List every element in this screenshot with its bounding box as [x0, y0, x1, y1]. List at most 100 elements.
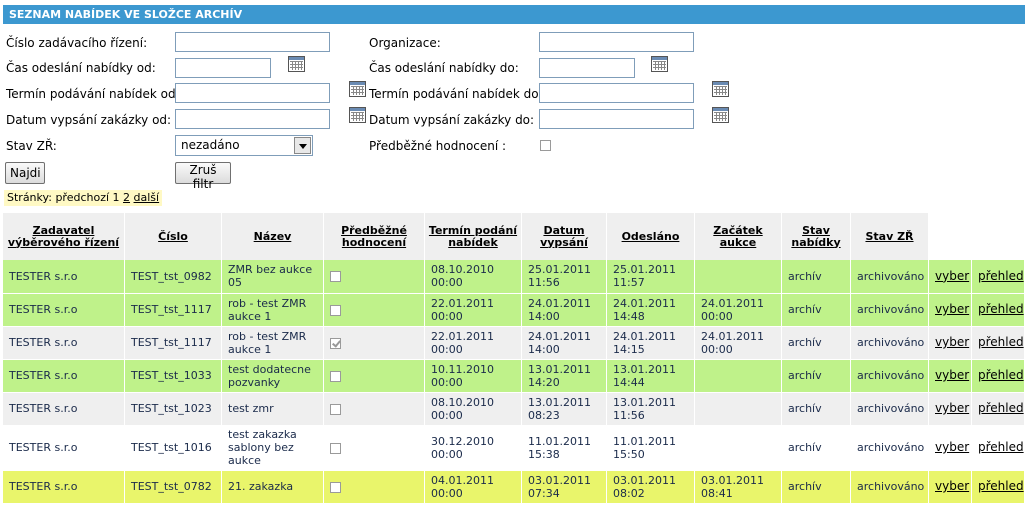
vyber-link[interactable]: vyber [935, 479, 969, 493]
cell-predbezne [323, 359, 425, 393]
organizace-label: Organizace: [369, 36, 441, 50]
cell-zadavatel: TESTER s.r.o [3, 359, 125, 393]
vyber-link[interactable]: vyber [935, 401, 969, 415]
cell-zadavatel: TESTER s.r.o [3, 326, 125, 360]
predbezne-checkbox[interactable] [330, 304, 341, 316]
calendar-icon[interactable] [712, 81, 729, 97]
cislo-label: Číslo zadávacího řízení: [6, 36, 148, 50]
col-stav-zr[interactable]: Stav ZŘ [850, 213, 929, 260]
cell-datum: 13.01.2011 08:23 [521, 392, 607, 426]
najdi-button[interactable]: Najdi [5, 162, 45, 184]
page-title: SEZNAM NABÍDEK VE SLOŽCE ARCHÍV [3, 5, 1025, 24]
cell-stav-zr: archivováno [850, 470, 929, 504]
table-row: TESTER s.r.o TEST_tst_1033 test dodatecn… [3, 359, 1025, 393]
termin-do-input[interactable] [539, 83, 694, 103]
prehled-link[interactable]: přehled [978, 401, 1024, 415]
cell-stav-nabidky: archív [781, 326, 851, 360]
cell-nazev: test zmr [221, 392, 324, 426]
cell-stav-nabidky: archív [781, 260, 851, 294]
predbezne-checkbox[interactable] [330, 337, 341, 349]
organizace-input[interactable] [539, 32, 694, 52]
zrus-filtr-button[interactable]: Zruš filtr [175, 162, 231, 191]
cell-termin: 30.12.2010 00:00 [424, 425, 522, 471]
cell-datum: 13.01.2011 14:20 [521, 359, 607, 393]
cas-od-input[interactable] [175, 58, 271, 78]
col-nazev[interactable]: Název [221, 213, 324, 260]
prehled-link[interactable]: přehled [978, 479, 1024, 493]
stav-label: Stav ZŘ: [6, 139, 57, 153]
cell-stav-nabidky: archív [781, 425, 851, 471]
cas-do-input[interactable] [539, 58, 635, 78]
vyber-link[interactable]: vyber [935, 269, 969, 283]
pager-next[interactable]: další [134, 191, 160, 204]
prehled-link[interactable]: přehled [978, 368, 1024, 382]
datum-do-input[interactable] [539, 109, 694, 129]
vyber-link[interactable]: vyber [935, 440, 969, 454]
cell-stav-zr: archivováno [850, 260, 929, 294]
vyber-link[interactable]: vyber [935, 335, 969, 349]
cell-stav-zr: archivováno [850, 293, 929, 327]
cell-stav-nabidky: archív [781, 470, 851, 504]
predbezne-checkbox[interactable] [330, 271, 341, 283]
table-row: TESTER s.r.o TEST_tst_1016 test zakazka … [3, 425, 1025, 471]
predbezne-checkbox[interactable] [330, 442, 341, 454]
calendar-icon[interactable] [349, 107, 366, 123]
cell-odeslano: 11.01.2011 15:50 [606, 425, 695, 471]
cell-zacatek [694, 260, 782, 294]
col-termin[interactable]: Termín podání nabídek [424, 213, 522, 260]
cell-zacatek [694, 359, 782, 393]
cell-cislo: TEST_tst_1016 [124, 425, 222, 471]
cell-stav-zr: archivováno [850, 392, 929, 426]
prehled-link[interactable]: přehled [978, 440, 1024, 454]
col-odeslano[interactable]: Odesláno [606, 213, 695, 260]
cell-nazev: test zakazka sablony bez aukce [221, 425, 324, 471]
predbezne-filter-checkbox[interactable] [540, 140, 551, 151]
datum-od-label: Datum vypsání zakázky od: [6, 113, 172, 127]
chevron-down-icon[interactable] [294, 137, 311, 154]
cell-cislo: TEST_tst_0982 [124, 260, 222, 294]
col-predbezne[interactable]: Předběžné hodnocení [323, 213, 425, 260]
stav-select[interactable]: nezadáno [175, 135, 313, 156]
col-zacatek[interactable]: Začátek aukce [694, 213, 782, 260]
calendar-icon[interactable] [349, 81, 366, 97]
predbezne-checkbox[interactable] [330, 370, 341, 382]
predbezne-checkbox[interactable] [330, 403, 341, 415]
cell-datum: 03.01.2011 07:34 [521, 470, 607, 504]
predbezne-checkbox[interactable] [330, 481, 341, 493]
prehled-link[interactable]: přehled [978, 269, 1024, 283]
cell-nazev: 21. zakazka [221, 470, 324, 504]
col-cislo[interactable]: Číslo [124, 213, 222, 260]
table-row: TESTER s.r.o TEST_tst_0782 21. zakazka 0… [3, 470, 1025, 504]
termin-od-input[interactable] [175, 83, 330, 103]
cell-nazev: ZMR bez aukce 05 [221, 260, 324, 294]
cell-zacatek [694, 425, 782, 471]
col-prehled [971, 213, 1025, 260]
offers-table: Zadavatel výběrového řízení Číslo Název … [3, 213, 1025, 504]
col-zadavatel[interactable]: Zadavatel výběrového řízení [3, 213, 125, 260]
cislo-input[interactable] [175, 32, 330, 52]
table-row: TESTER s.r.o TEST_tst_1117 rob - test ZM… [3, 293, 1025, 327]
calendar-icon[interactable] [651, 56, 668, 72]
prehled-link[interactable]: přehled [978, 302, 1024, 316]
cell-nazev: test dodatecne pozvanky [221, 359, 324, 393]
cell-odeslano: 25.01.2011 11:57 [606, 260, 695, 294]
datum-od-input[interactable] [175, 109, 330, 129]
calendar-icon[interactable] [288, 56, 305, 72]
cell-datum: 24.01.2011 14:00 [521, 293, 607, 327]
vyber-link[interactable]: vyber [935, 302, 969, 316]
prehled-link[interactable]: přehled [978, 335, 1024, 349]
col-datum[interactable]: Datum vypsání [521, 213, 607, 260]
cell-stav-zr: archivováno [850, 359, 929, 393]
vyber-link[interactable]: vyber [935, 368, 969, 382]
pager-prev: předchozí [55, 191, 110, 204]
cell-datum: 11.01.2011 15:38 [521, 425, 607, 471]
cell-odeslano: 24.01.2011 14:15 [606, 326, 695, 360]
pager-page-2[interactable]: 2 [123, 191, 130, 204]
cell-zadavatel: TESTER s.r.o [3, 293, 125, 327]
cell-predbezne [323, 470, 425, 504]
calendar-icon[interactable] [712, 107, 729, 123]
col-stav-nabidky[interactable]: Stav nabídky [781, 213, 851, 260]
table-row: TESTER s.r.o TEST_tst_1023 test zmr 08.1… [3, 392, 1025, 426]
cell-cislo: TEST_tst_1033 [124, 359, 222, 393]
cell-datum: 25.01.2011 11:56 [521, 260, 607, 294]
